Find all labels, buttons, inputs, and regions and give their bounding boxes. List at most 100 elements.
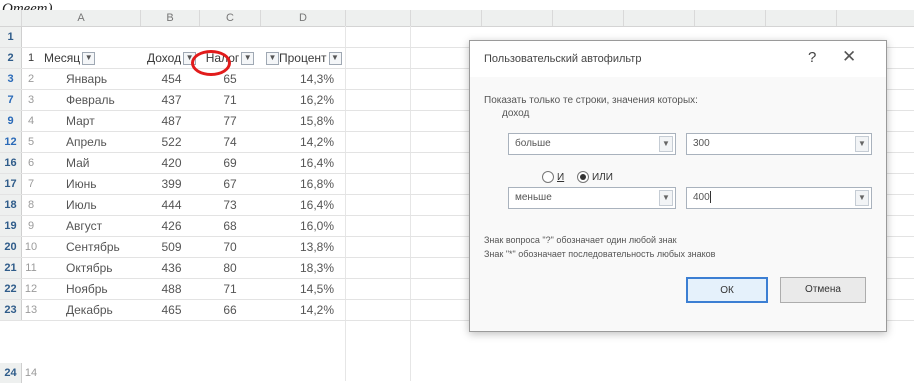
row-number[interactable]: 24 bbox=[0, 363, 22, 383]
condition2-value-combo[interactable]: 400 ▼ bbox=[686, 187, 872, 209]
index-cell[interactable]: 4 bbox=[22, 111, 40, 131]
month-cell[interactable]: Июнь bbox=[40, 174, 143, 194]
index-cell[interactable]: 7 bbox=[22, 174, 40, 194]
row-number[interactable]: 17 bbox=[0, 174, 22, 194]
or-radio[interactable]: ИЛИ bbox=[576, 171, 613, 183]
condition2-operator-select[interactable]: меньше ▼ bbox=[508, 187, 676, 209]
chevron-down-icon[interactable]: ▼ bbox=[659, 136, 673, 152]
row-number[interactable]: 23 bbox=[0, 300, 22, 320]
index-cell[interactable]: 14 bbox=[22, 363, 40, 383]
index-cell[interactable]: 2 bbox=[22, 69, 40, 89]
income-cell[interactable]: 454 bbox=[143, 69, 200, 89]
index-cell[interactable]: 12 bbox=[22, 279, 40, 299]
tax-cell[interactable]: 74 bbox=[200, 132, 260, 152]
close-icon[interactable]: ✕ bbox=[842, 47, 856, 67]
chevron-down-icon[interactable]: ▼ bbox=[855, 190, 869, 206]
row-number[interactable]: 7 bbox=[0, 90, 22, 110]
row-number[interactable]: 12 bbox=[0, 132, 22, 152]
pct-cell[interactable]: 14,3% bbox=[260, 69, 344, 89]
column-header-g[interactable] bbox=[482, 10, 553, 26]
help-icon[interactable]: ? bbox=[808, 49, 816, 66]
pct-cell[interactable]: 16,2% bbox=[260, 90, 344, 110]
income-cell[interactable]: 509 bbox=[143, 237, 200, 257]
pct-cell[interactable]: 14,2% bbox=[260, 132, 344, 152]
pct-cell[interactable]: 15,8% bbox=[260, 111, 344, 131]
radio-unchecked-icon[interactable] bbox=[542, 171, 554, 183]
row-number[interactable]: 18 bbox=[0, 195, 22, 215]
month-cell[interactable]: Ноябрь bbox=[40, 279, 143, 299]
row-number[interactable]: 22 bbox=[0, 279, 22, 299]
pct-cell[interactable]: 14,2% bbox=[260, 300, 344, 320]
month-cell[interactable]: Октябрь bbox=[40, 258, 143, 278]
income-cell[interactable]: 444 bbox=[143, 195, 200, 215]
tax-cell[interactable]: 73 bbox=[200, 195, 260, 215]
income-cell[interactable]: 522 bbox=[143, 132, 200, 152]
tax-cell[interactable]: 69 bbox=[200, 153, 260, 173]
pct-cell[interactable]: 16,4% bbox=[260, 153, 344, 173]
column-header-l[interactable] bbox=[837, 10, 914, 26]
tax-cell[interactable]: 67 bbox=[200, 174, 260, 194]
tax-cell[interactable]: 71 bbox=[200, 90, 260, 110]
index-cell[interactable]: 9 bbox=[22, 216, 40, 236]
column-header-k[interactable] bbox=[766, 10, 837, 26]
month-cell[interactable]: Февраль bbox=[40, 90, 143, 110]
column-header-d[interactable]: D bbox=[261, 10, 346, 26]
index-cell[interactable]: 6 bbox=[22, 153, 40, 173]
radio-checked-icon[interactable] bbox=[576, 171, 589, 183]
tax-cell[interactable]: 70 bbox=[200, 237, 260, 257]
month-cell[interactable]: Июль bbox=[40, 195, 143, 215]
income-cell[interactable]: 488 bbox=[143, 279, 200, 299]
index-cell[interactable]: 13 bbox=[22, 300, 40, 320]
row-number[interactable]: 2 bbox=[0, 48, 22, 68]
pct-cell[interactable]: 16,0% bbox=[260, 216, 344, 236]
index-cell[interactable]: 10 bbox=[22, 237, 40, 257]
column-header-f[interactable] bbox=[411, 10, 482, 26]
row-number[interactable]: 9 bbox=[0, 111, 22, 131]
row-number[interactable]: 19 bbox=[0, 216, 22, 236]
income-cell[interactable]: 437 bbox=[143, 90, 200, 110]
index-cell[interactable]: 3 bbox=[22, 90, 40, 110]
index-cell[interactable]: 5 bbox=[22, 132, 40, 152]
index-cell[interactable]: 1 bbox=[22, 48, 40, 68]
month-cell[interactable]: Апрель bbox=[40, 132, 143, 152]
tax-cell[interactable]: 80 bbox=[200, 258, 260, 278]
pct-cell[interactable]: 16,4% bbox=[260, 195, 344, 215]
month-cell[interactable]: Сентябрь bbox=[40, 237, 143, 257]
month-header[interactable]: Месяц ▼ bbox=[40, 48, 143, 68]
column-header-e[interactable] bbox=[346, 10, 411, 26]
tax-cell[interactable]: 71 bbox=[200, 279, 260, 299]
row-number[interactable]: 21 bbox=[0, 258, 22, 278]
condition1-value-combo[interactable]: 300 ▼ bbox=[686, 133, 872, 155]
filter-dropdown-icon[interactable]: ▼ bbox=[82, 52, 96, 66]
tax-cell[interactable]: 66 bbox=[200, 300, 260, 320]
column-header-b[interactable]: B bbox=[141, 10, 200, 26]
filter-dropdown-icon[interactable]: ▼ bbox=[241, 52, 255, 66]
chevron-down-icon[interactable]: ▼ bbox=[855, 136, 869, 152]
income-cell[interactable]: 426 bbox=[143, 216, 200, 236]
row-number[interactable]: 16 bbox=[0, 153, 22, 173]
month-cell[interactable]: Март bbox=[40, 111, 143, 131]
column-header-a[interactable]: A bbox=[22, 10, 141, 26]
row-number[interactable]: 3 bbox=[0, 69, 22, 89]
pct-cell[interactable]: 13,8% bbox=[260, 237, 344, 257]
condition1-operator-select[interactable]: больше ▼ bbox=[508, 133, 676, 155]
pct-cell[interactable]: 16,8% bbox=[260, 174, 344, 194]
tax-cell[interactable]: 77 bbox=[200, 111, 260, 131]
column-header-c[interactable]: C bbox=[200, 10, 261, 26]
ok-button[interactable]: ОК bbox=[686, 277, 768, 303]
index-cell[interactable]: 11 bbox=[22, 258, 40, 278]
cancel-button[interactable]: Отмена bbox=[780, 277, 866, 303]
tax-cell[interactable]: 68 bbox=[200, 216, 260, 236]
chevron-down-icon[interactable]: ▼ bbox=[659, 190, 673, 206]
income-cell[interactable]: 465 bbox=[143, 300, 200, 320]
row-number[interactable]: 20 bbox=[0, 237, 22, 257]
income-cell[interactable]: 399 bbox=[143, 174, 200, 194]
column-header-h[interactable] bbox=[553, 10, 624, 26]
column-header-i[interactable] bbox=[624, 10, 695, 26]
pct-cell[interactable]: 18,3% bbox=[260, 258, 344, 278]
filter-dropdown-icon[interactable]: ▼ bbox=[328, 52, 342, 66]
pct-cell[interactable]: 14,5% bbox=[260, 279, 344, 299]
pct-header[interactable]: ▼ Процент ▼ bbox=[260, 48, 344, 68]
month-cell[interactable]: Май bbox=[40, 153, 143, 173]
income-cell[interactable]: 420 bbox=[143, 153, 200, 173]
